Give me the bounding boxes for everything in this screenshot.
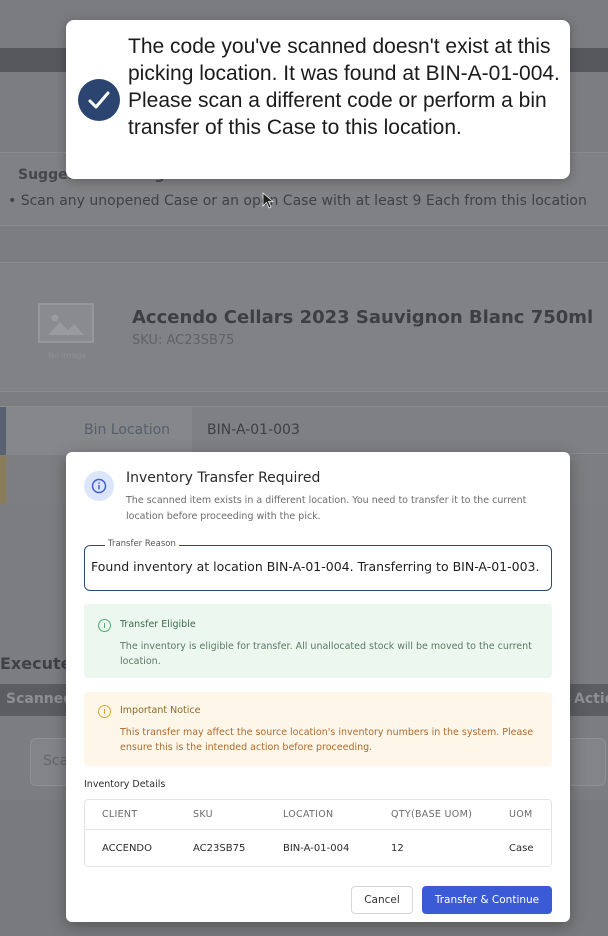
table-row: ACCENDO AC23SB75 BIN-A-01-004 12 Case: [85, 831, 551, 867]
transfer-continue-button[interactable]: Transfer & Continue: [422, 886, 552, 914]
scanned-column-header: Scanned: [6, 691, 74, 707]
inventory-transfer-dialog: Inventory Transfer Required The scanned …: [66, 452, 570, 922]
dialog-description: The scanned item exists in a different l…: [126, 495, 527, 522]
column-header-client: CLIENT: [102, 809, 138, 820]
toast-message: The code you've scanned doesn't exist at…: [128, 35, 560, 139]
eligible-text: The inventory is eligible for transfer. …: [120, 641, 532, 667]
mouse-cursor-icon: [262, 192, 274, 209]
column-header-location: LOCATION: [283, 809, 334, 820]
cell-sku: AC23SB75: [193, 843, 246, 854]
cell-location: BIN-A-01-004: [283, 843, 350, 854]
inventory-details-title: Inventory Details: [84, 779, 166, 790]
transfer-reason-label: Transfer Reason: [105, 539, 179, 549]
bin-location-row: Bin Location BIN-A-01-003: [0, 406, 608, 455]
product-image-placeholder-icon: [38, 303, 94, 343]
cell-uom: Case: [509, 843, 534, 854]
suggested-path-line: • Scan any unopened Case or an open Case…: [8, 193, 587, 209]
transfer-reason-value: Found inventory at location BIN-A-01-004…: [91, 559, 540, 574]
column-header-uom: UOM: [509, 809, 533, 820]
inventory-details-table: CLIENT SKU LOCATION QTY(BASE UOM) UOM AC…: [84, 799, 552, 867]
scan-location-toast: The code you've scanned doesn't exist at…: [66, 20, 570, 179]
actions-column-header: Actions: [574, 691, 608, 707]
check-circle-icon: [78, 79, 120, 121]
transfer-reason-field[interactable]: Transfer Reason Found inventory at locat…: [84, 539, 552, 591]
column-header-qty: QTY(BASE UOM): [391, 809, 473, 820]
info-icon: [84, 471, 114, 501]
no-image-label: No image: [48, 351, 87, 360]
cell-qty: 12: [391, 843, 404, 854]
product-card: No image Accendo Cellars 2023 Sauvignon …: [0, 262, 608, 392]
product-sku: SKU: AC23SB75: [132, 333, 235, 348]
table-header: CLIENT SKU LOCATION QTY(BASE UOM) UOM: [85, 800, 551, 830]
dialog-title: Inventory Transfer Required: [126, 470, 321, 486]
important-notice-alert: Important Notice This transfer may affec…: [84, 692, 552, 766]
notice-title: Important Notice: [120, 705, 201, 716]
warning-circle-icon: [98, 705, 111, 718]
column-header-sku: SKU: [193, 809, 213, 820]
transfer-eligible-alert: Transfer Eligible The inventory is eligi…: [84, 604, 552, 678]
bin-location-label: Bin Location: [84, 422, 171, 438]
cancel-button[interactable]: Cancel: [351, 886, 413, 914]
bin-location-value: BIN-A-01-003: [207, 422, 300, 438]
eligible-title: Transfer Eligible: [120, 619, 196, 630]
product-name: Accendo Cellars 2023 Sauvignon Blanc 750…: [132, 307, 594, 328]
execute-section-title: Execute: [0, 654, 72, 673]
cell-client: ACCENDO: [102, 843, 152, 854]
notice-text: This transfer may affect the source loca…: [120, 727, 534, 753]
info-circle-icon: [98, 619, 111, 632]
